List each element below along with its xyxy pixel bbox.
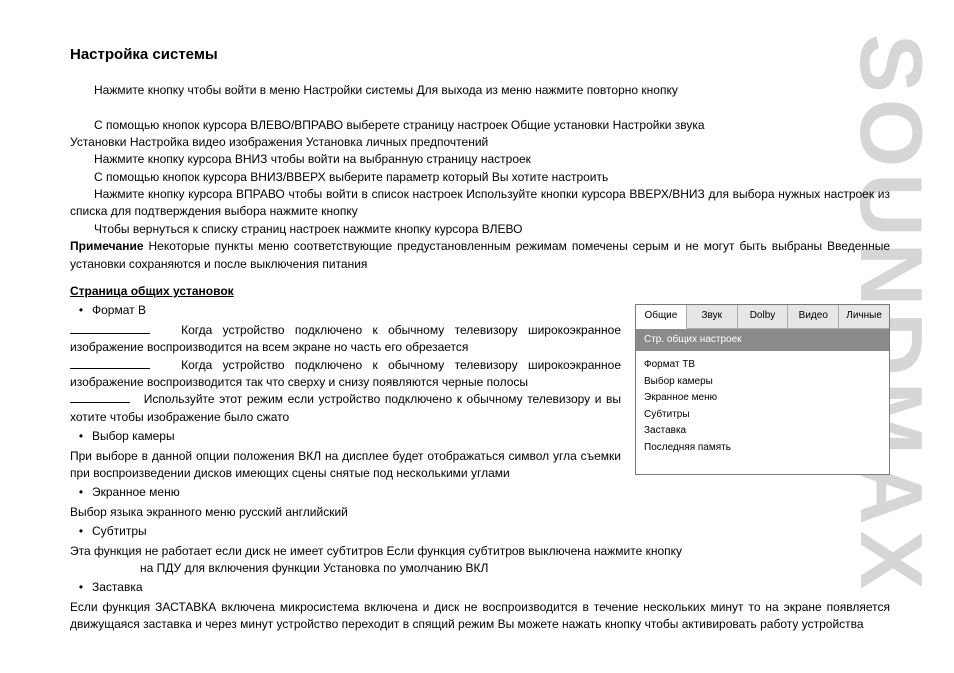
bullet-osd: Экранное меню — [70, 484, 890, 501]
menu-item-camera[interactable]: Выбор камеры — [644, 374, 881, 391]
tab-sound[interactable]: Звук — [687, 305, 738, 329]
menu-item-subs[interactable]: Субтитры — [644, 407, 881, 424]
saver-text: Если функция ЗАСТАВКА включена микросист… — [70, 599, 890, 634]
tab-video[interactable]: Видео — [788, 305, 839, 329]
menu-item-osd[interactable]: Экранное меню — [644, 390, 881, 407]
bullet-saver: Заставка — [70, 579, 890, 596]
intro-line: Нажмите кнопку чтобы войти в меню Настро… — [70, 82, 890, 99]
blank — [70, 393, 130, 404]
tab-general[interactable]: Общие — [636, 305, 687, 329]
step-3: С помощью кнопок курсора ВНИЗ/ВВЕРХ выбе… — [70, 169, 890, 186]
subs-text2: на ПДУ для включения функции Установка п… — [70, 560, 890, 577]
bullet-subs: Субтитры — [70, 523, 890, 540]
menu-item-format[interactable]: Формат ТВ — [644, 357, 881, 374]
step-5: Чтобы вернуться к списку страниц настрое… — [70, 221, 890, 238]
step-4: Нажмите кнопку курсора ВПРАВО чтобы войт… — [70, 186, 890, 221]
settings-panel: Общие Звук Dolby Видео Личные Стр. общих… — [635, 304, 890, 475]
tab-dolby[interactable]: Dolby — [738, 305, 789, 329]
blank — [70, 323, 150, 334]
settings-menu: Формат ТВ Выбор камеры Экранное меню Суб… — [636, 351, 889, 474]
note-label: Примечание — [70, 239, 144, 253]
menu-item-saver[interactable]: Заставка — [644, 423, 881, 440]
note-text: Некоторые пункты меню соответствующие пр… — [70, 239, 890, 270]
step-1b: Установки Настройка видео изображения Ус… — [70, 134, 890, 151]
page-title: Настройка системы — [70, 44, 890, 66]
step-2: Нажмите кнопку курсора ВНИЗ чтобы войти … — [70, 151, 890, 168]
menu-item-lastmem[interactable]: Последняя память — [644, 440, 881, 457]
note: Примечание Некоторые пункты меню соответ… — [70, 238, 890, 273]
step-1: С помощью кнопок курсора ВЛЕВО/ВПРАВО вы… — [70, 117, 890, 134]
blank — [70, 358, 150, 369]
section-heading: Страница общих установок — [70, 283, 234, 300]
settings-subhead: Стр. общих настроек — [636, 329, 889, 352]
subs-text1: Эта функция не работает если диск не име… — [70, 543, 890, 560]
tab-personal[interactable]: Личные — [839, 305, 889, 329]
settings-tabs: Общие Звук Dolby Видео Личные — [636, 305, 889, 329]
osd-text: Выбор языка экранного меню русский англи… — [70, 504, 890, 521]
